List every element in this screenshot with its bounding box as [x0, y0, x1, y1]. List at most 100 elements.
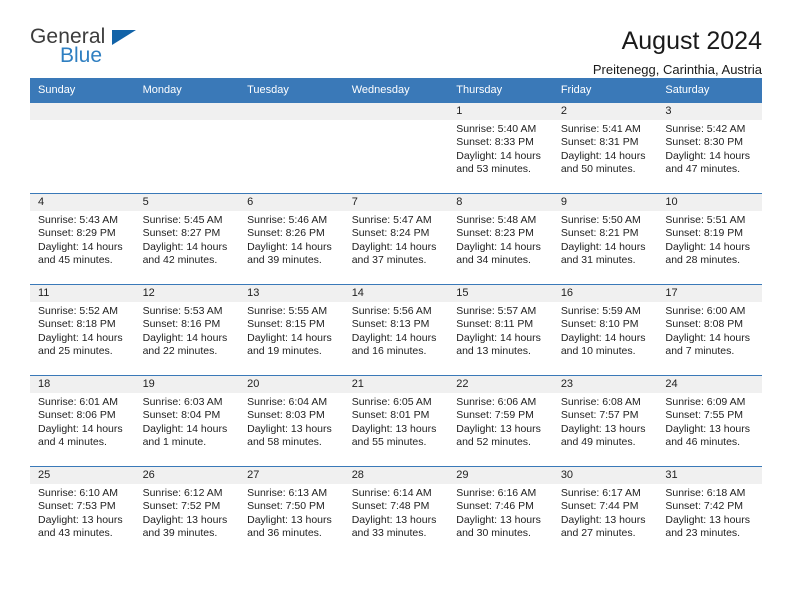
calendar-day-cell[interactable]: 16 Sunrise: 5:59 AM Sunset: 8:10 PM Dayligh…	[552, 284, 658, 376]
calendar-day-cell[interactable]: 9 Sunrise: 5:50 AM Sunset: 8:21 PM Daylight…	[552, 193, 658, 285]
daylight-text: Daylight: 14 hours and 34 minutes.	[456, 240, 541, 267]
calendar-day-cell[interactable]: 6 Sunrise: 5:46 AM Sunset: 8:26 PM Daylight…	[239, 193, 344, 285]
calendar-day-cell-empty	[30, 102, 135, 194]
calendar-day-cell[interactable]: 15 Sunrise: 5:57 AM Sunset: 8:11 PM Dayligh…	[448, 284, 553, 376]
daycell-inner	[30, 103, 135, 193]
calendar-day-cell[interactable]: 12 Sunrise: 5:53 AM Sunset: 8:16 PM Dayligh…	[134, 284, 240, 376]
calendar-day-cell[interactable]: 13 Sunrise: 5:55 AM Sunset: 8:15 PM Dayligh…	[239, 284, 344, 376]
day-number	[343, 103, 449, 120]
calendar-day-cell[interactable]: 24 Sunrise: 6:09 AM Sunset: 7:55 PM Dayligh…	[657, 375, 762, 467]
day-sun-info: Sunrise: 5:55 AM Sunset: 8:15 PM Daylight:…	[239, 302, 344, 359]
day-number: 17	[657, 285, 762, 302]
calendar-day-cell[interactable]: 21 Sunrise: 6:05 AM Sunset: 8:01 PM Dayligh…	[343, 375, 449, 467]
daylight-text: Daylight: 14 hours and 19 minutes.	[247, 331, 332, 358]
sunset-text: Sunset: 8:13 PM	[351, 318, 430, 331]
daycell-inner: 18 Sunrise: 6:01 AM Sunset: 8:06 PM Dayligh…	[30, 376, 135, 466]
calendar-week-row: 4 Sunrise: 5:43 AM Sunset: 8:29 PM Daylight…	[30, 193, 762, 285]
daycell-inner: 24 Sunrise: 6:09 AM Sunset: 7:55 PM Dayligh…	[657, 376, 762, 466]
weekday-header-tuesday: Tuesday	[239, 78, 344, 103]
day-sun-info: Sunrise: 5:45 AM Sunset: 8:27 PM Daylight:…	[135, 211, 240, 268]
day-sun-info: Sunrise: 5:48 AM Sunset: 8:23 PM Daylight:…	[448, 211, 553, 268]
sunset-text: Sunset: 8:23 PM	[456, 227, 534, 240]
day-number: 26	[134, 467, 240, 484]
calendar-day-cell[interactable]: 20 Sunrise: 6:04 AM Sunset: 8:03 PM Dayligh…	[239, 375, 344, 467]
calendar-day-cell-empty	[134, 102, 240, 194]
sunrise-text: Sunrise: 6:14 AM	[351, 487, 432, 499]
calendar-day-cell[interactable]: 30 Sunrise: 6:17 AM Sunset: 7:44 PM Dayligh…	[552, 466, 658, 557]
daylight-text: Daylight: 14 hours and 4 minutes.	[38, 422, 123, 449]
calendar-day-cell[interactable]: 28 Sunrise: 6:14 AM Sunset: 7:48 PM Dayligh…	[343, 466, 449, 557]
calendar-day-cell[interactable]: 31 Sunrise: 6:18 AM Sunset: 7:42 PM Dayligh…	[657, 466, 762, 557]
calendar-day-cell[interactable]: 3 Sunrise: 5:42 AM Sunset: 8:30 PM Daylight…	[657, 102, 762, 194]
daycell-inner: 29 Sunrise: 6:16 AM Sunset: 7:46 PM Dayligh…	[448, 467, 553, 557]
daylight-text: Daylight: 14 hours and 39 minutes.	[247, 240, 332, 267]
calendar-day-cell[interactable]: 8 Sunrise: 5:48 AM Sunset: 8:23 PM Daylight…	[448, 193, 553, 285]
calendar-day-cell[interactable]: 25 Sunrise: 6:10 AM Sunset: 7:53 PM Dayligh…	[30, 466, 135, 557]
logo-triangle-icon	[112, 30, 136, 45]
day-sun-info: Sunrise: 5:46 AM Sunset: 8:26 PM Daylight:…	[239, 211, 344, 268]
sunset-text: Sunset: 8:08 PM	[665, 318, 744, 331]
daylight-text: Daylight: 13 hours and 36 minutes.	[247, 513, 332, 540]
day-number	[239, 103, 344, 120]
sunrise-text: Sunrise: 6:18 AM	[665, 487, 746, 499]
daycell-inner	[239, 103, 344, 193]
logo-text-blue: Blue	[60, 44, 103, 67]
calendar-day-cell[interactable]: 5 Sunrise: 5:45 AM Sunset: 8:27 PM Daylight…	[134, 193, 240, 285]
daylight-text: Daylight: 14 hours and 37 minutes.	[351, 240, 437, 267]
day-sun-info: Sunrise: 6:13 AM Sunset: 7:50 PM Daylight:…	[239, 484, 344, 541]
calendar-day-cell[interactable]: 22 Sunrise: 6:06 AM Sunset: 7:59 PM Dayligh…	[448, 375, 553, 467]
daylight-text: Daylight: 14 hours and 16 minutes.	[351, 331, 437, 358]
daylight-text: Daylight: 13 hours and 30 minutes.	[456, 513, 541, 540]
calendar-day-cell[interactable]: 7 Sunrise: 5:47 AM Sunset: 8:24 PM Daylight…	[343, 193, 449, 285]
calendar-day-cell[interactable]: 1 Sunrise: 5:40 AM Sunset: 8:33 PM Daylight…	[448, 102, 553, 194]
sunset-text: Sunset: 8:21 PM	[560, 227, 639, 240]
calendar-day-cell[interactable]: 26 Sunrise: 6:12 AM Sunset: 7:52 PM Dayligh…	[134, 466, 240, 557]
sunrise-text: Sunrise: 5:40 AM	[456, 123, 537, 135]
calendar-day-cell[interactable]: 29 Sunrise: 6:16 AM Sunset: 7:46 PM Dayligh…	[448, 466, 553, 557]
calendar-day-cell[interactable]: 14 Sunrise: 5:56 AM Sunset: 8:13 PM Dayligh…	[343, 284, 449, 376]
calendar-day-cell[interactable]: 17 Sunrise: 6:00 AM Sunset: 8:08 PM Dayligh…	[657, 284, 762, 376]
weekday-header-saturday: Saturday	[657, 78, 762, 103]
daycell-inner: 21 Sunrise: 6:05 AM Sunset: 8:01 PM Dayligh…	[343, 376, 449, 466]
daycell-inner: 15 Sunrise: 5:57 AM Sunset: 8:11 PM Dayligh…	[448, 285, 553, 375]
page-subtitle: Preitenegg, Carinthia, Austria	[592, 62, 762, 77]
calendar-day-cell[interactable]: 4 Sunrise: 5:43 AM Sunset: 8:29 PM Daylight…	[30, 193, 135, 285]
calendar-day-cell[interactable]: 11 Sunrise: 5:52 AM Sunset: 8:18 PM Dayligh…	[30, 284, 135, 376]
day-number	[30, 103, 135, 120]
day-sun-info: Sunrise: 5:57 AM Sunset: 8:11 PM Daylight:…	[448, 302, 553, 359]
sunrise-text: Sunrise: 6:06 AM	[456, 396, 537, 408]
sunset-text: Sunset: 8:03 PM	[247, 409, 325, 422]
calendar-day-cell[interactable]: 23 Sunrise: 6:08 AM Sunset: 7:57 PM Dayligh…	[552, 375, 658, 467]
sunrise-text: Sunrise: 5:51 AM	[665, 214, 746, 226]
calendar-day-cell[interactable]: 27 Sunrise: 6:13 AM Sunset: 7:50 PM Dayligh…	[239, 466, 344, 557]
day-sun-info: Sunrise: 5:53 AM Sunset: 8:16 PM Daylight:…	[135, 302, 240, 359]
sunrise-text: Sunrise: 5:53 AM	[142, 305, 223, 317]
daycell-inner: 26 Sunrise: 6:12 AM Sunset: 7:52 PM Dayligh…	[134, 467, 240, 557]
sunset-text: Sunset: 7:42 PM	[665, 500, 744, 513]
day-number: 14	[343, 285, 449, 302]
calendar-day-cell[interactable]: 18 Sunrise: 6:01 AM Sunset: 8:06 PM Dayligh…	[30, 375, 135, 467]
sunset-text: Sunset: 7:57 PM	[560, 409, 639, 422]
calendar-day-cell[interactable]: 2 Sunrise: 5:41 AM Sunset: 8:31 PM Daylight…	[552, 102, 658, 194]
day-number: 31	[657, 467, 762, 484]
day-number: 30	[552, 467, 658, 484]
day-number: 25	[30, 467, 135, 484]
calendar-day-cell[interactable]: 10 Sunrise: 5:51 AM Sunset: 8:19 PM Dayligh…	[657, 193, 762, 285]
general-blue-logo[interactable]: General Blue	[30, 26, 150, 72]
day-sun-info: Sunrise: 6:01 AM Sunset: 8:06 PM Daylight:…	[30, 393, 135, 450]
sunset-text: Sunset: 8:16 PM	[142, 318, 221, 331]
day-number: 19	[134, 376, 240, 393]
daylight-text: Daylight: 13 hours and 58 minutes.	[247, 422, 332, 449]
day-sun-info: Sunrise: 6:05 AM Sunset: 8:01 PM Daylight:…	[344, 393, 449, 450]
daycell-inner: 8 Sunrise: 5:48 AM Sunset: 8:23 PM Daylight…	[448, 194, 553, 284]
sunset-text: Sunset: 8:29 PM	[38, 227, 116, 240]
daylight-text: Daylight: 14 hours and 31 minutes.	[560, 240, 646, 267]
calendar-day-cell[interactable]: 19 Sunrise: 6:03 AM Sunset: 8:04 PM Dayligh…	[134, 375, 240, 467]
sunset-text: Sunset: 8:15 PM	[247, 318, 325, 331]
sunrise-text: Sunrise: 6:01 AM	[38, 396, 118, 408]
weekday-header-monday: Monday	[134, 78, 240, 103]
daylight-text: Daylight: 14 hours and 50 minutes.	[560, 149, 646, 176]
sunrise-text: Sunrise: 5:52 AM	[38, 305, 118, 317]
day-sun-info: Sunrise: 6:08 AM Sunset: 7:57 PM Daylight:…	[553, 393, 658, 450]
daylight-text: Daylight: 14 hours and 7 minutes.	[665, 331, 751, 358]
